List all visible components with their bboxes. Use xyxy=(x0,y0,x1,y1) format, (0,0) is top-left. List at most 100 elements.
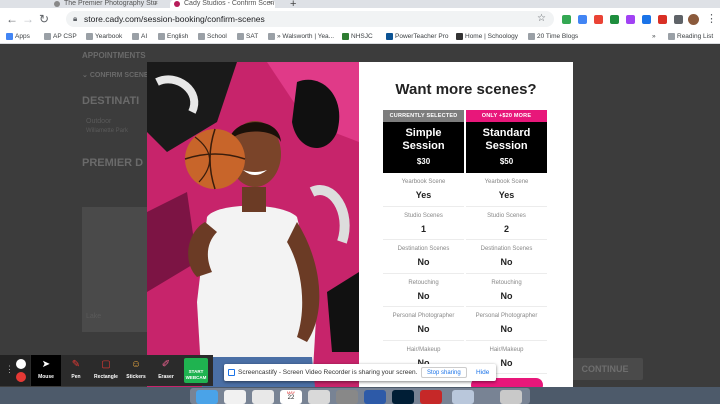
folder-icon xyxy=(528,33,535,40)
folder-icon xyxy=(44,33,51,40)
tool-pen[interactable]: ✎ Pen xyxy=(61,355,91,386)
feature-row: Destination Scenes No xyxy=(383,240,464,274)
feature-value: No xyxy=(417,257,430,267)
package-name-line2: Session xyxy=(402,140,445,152)
trash-icon[interactable] xyxy=(500,390,522,404)
record-extension-icon[interactable] xyxy=(594,15,603,24)
sharing-message: Screencastify - Screen Video Recorder is… xyxy=(238,369,418,376)
continue-button[interactable]: CONTINUE xyxy=(567,358,643,380)
folder-icon xyxy=(198,33,205,40)
drive-extension-icon[interactable] xyxy=(562,15,571,24)
tab-strip: The Premier Photography Stu × Cady Studi… xyxy=(0,0,720,10)
recording-controls: ⋮ xyxy=(0,355,30,386)
extension-icon[interactable] xyxy=(578,15,587,24)
premier-heading: PREMIER D xyxy=(82,157,144,169)
screencastify-toolbar: ⋮ ➤ Mouse ✎ Pen ▢ Rectangle ☺ Stickers ✐… xyxy=(0,355,213,386)
feature-label: Hair/Makeup xyxy=(489,346,524,353)
extension-icon[interactable] xyxy=(610,15,619,24)
screen-sharing-notice: Screencastify - Screen Video Recorder is… xyxy=(224,364,496,381)
feature-value: Yes xyxy=(498,190,515,200)
tool-eraser[interactable]: ✐ Eraser xyxy=(151,355,181,386)
menu-kebab-icon[interactable]: ⋮ xyxy=(706,12,717,25)
chrome-icon[interactable] xyxy=(224,390,246,404)
dock: MAY 22 xyxy=(190,388,530,404)
extension-icon[interactable] xyxy=(626,15,635,24)
bookmark-sat[interactable]: SAT xyxy=(237,30,258,43)
photoshop-icon[interactable] xyxy=(392,390,414,404)
feature-row: Retouching No xyxy=(383,274,464,307)
start-webcam-button[interactable]: START WEBCAM xyxy=(184,358,208,383)
bookmark-school[interactable]: School xyxy=(198,30,227,43)
rectangle-icon: ▢ xyxy=(101,359,111,370)
tab-title: The Premier Photography Stu xyxy=(64,0,157,7)
launchpad-icon[interactable] xyxy=(252,390,274,404)
site-icon xyxy=(342,33,349,40)
calculator-icon[interactable] xyxy=(336,390,358,404)
bookmark-nhsjc[interactable]: NHSJC xyxy=(342,30,373,43)
tab-premier-photography[interactable]: The Premier Photography Stu × xyxy=(50,0,160,8)
feature-row: Yearbook Scene Yes xyxy=(466,173,547,207)
photos-icon[interactable] xyxy=(308,390,330,404)
bookmarks-bar: Apps AP CSP Yearbook AI English School S… xyxy=(0,30,720,44)
bookmark-20-time-blogs[interactable]: 20 Time Blogs xyxy=(528,30,578,43)
address-bar[interactable]: 🔒︎ store.cady.com/session-booking/confir… xyxy=(66,11,554,27)
finder-icon[interactable] xyxy=(196,390,218,404)
tool-mouse[interactable]: ➤ Mouse xyxy=(31,355,61,386)
bookmark-walsworth[interactable]: » Walsworth | Yea... xyxy=(268,30,334,43)
preview-icon[interactable] xyxy=(364,390,386,404)
package-header: Standard Session $50 xyxy=(466,122,547,173)
bookmark-yearbook[interactable]: Yearbook xyxy=(86,30,122,43)
cursor-icon: ➤ xyxy=(41,359,51,370)
package-simple-session[interactable]: CURRENTLY SELECTED Simple Session $30 Yea… xyxy=(383,110,464,374)
upgrade-modal: Want more scenes? CURRENTLY SELECTED Sim… xyxy=(147,62,573,387)
feature-label: Yearbook Scene xyxy=(401,179,446,185)
folder-icon[interactable] xyxy=(452,390,474,404)
feature-row: Studio Scenes 2 xyxy=(466,207,547,240)
bookmark-powerteacher[interactable]: PowerTeacher Pro xyxy=(386,30,448,43)
stop-sharing-button[interactable]: Stop sharing xyxy=(421,367,467,378)
package-price: $30 xyxy=(416,157,431,166)
hide-button[interactable]: Hide xyxy=(476,364,489,381)
feature-row: Studio Scenes 1 xyxy=(383,207,464,240)
forward-arrow-icon[interactable]: → xyxy=(22,12,34,26)
appointments-heading: APPOINTMENTS xyxy=(82,51,146,60)
package-name-line1: Simple xyxy=(405,127,442,139)
recorder-icon[interactable] xyxy=(420,390,442,404)
puzzle-extensions-icon[interactable] xyxy=(674,15,683,24)
calendar-icon[interactable]: MAY 22 xyxy=(280,390,302,404)
tool-stickers[interactable]: ☺ Stickers xyxy=(121,355,151,386)
back-arrow-icon[interactable]: ← xyxy=(6,12,18,26)
outdoor-sublabel: Willamette Park xyxy=(86,128,129,134)
feature-value: No xyxy=(500,324,513,334)
bookmark-ap-csp[interactable]: AP CSP xyxy=(44,30,77,43)
outdoor-label: Outdoor xyxy=(86,118,112,125)
profile-avatar[interactable] xyxy=(688,14,699,25)
pause-icon[interactable] xyxy=(16,359,26,369)
site-icon xyxy=(268,33,275,40)
reading-list-icon xyxy=(668,33,675,40)
extension-icon[interactable] xyxy=(642,15,651,24)
feature-label: Destination Scenes xyxy=(397,246,450,252)
bookmark-star-icon[interactable]: ☆ xyxy=(537,11,546,27)
reading-list-button[interactable]: Reading List xyxy=(668,30,713,43)
package-name-line2: Session xyxy=(485,140,528,152)
close-tab-icon[interactable]: × xyxy=(154,0,158,7)
bookmark-ai[interactable]: AI xyxy=(132,30,147,43)
package-standard-session[interactable]: ONLY +$20 MORE Standard Session $50 Yearb… xyxy=(466,110,547,374)
stop-recording-icon[interactable] xyxy=(16,372,26,382)
bookmark-schoology[interactable]: Home | Schoology xyxy=(456,30,518,43)
tool-rectangle[interactable]: ▢ Rectangle xyxy=(91,355,121,386)
tab-cady-studios[interactable]: Cady Studios - Confirm Scen × xyxy=(170,0,275,8)
folder-icon xyxy=(132,33,139,40)
tool-label: Rectangle xyxy=(94,374,118,380)
bookmark-english[interactable]: English xyxy=(158,30,188,43)
more-bookmarks-button[interactable]: » xyxy=(652,30,656,43)
pdf-extension-icon[interactable] xyxy=(658,15,667,24)
comparison-panel: Want more scenes? CURRENTLY SELECTED Sim… xyxy=(359,62,573,387)
drag-handle-icon[interactable]: ⋮ xyxy=(5,364,14,375)
close-tab-icon[interactable]: × xyxy=(269,0,273,7)
reload-icon[interactable]: ↻ xyxy=(39,12,49,26)
bookmark-apps[interactable]: Apps xyxy=(6,30,30,43)
feature-label: Yearbook Scene xyxy=(484,179,529,185)
feature-label: Hair/Makeup xyxy=(406,346,441,353)
